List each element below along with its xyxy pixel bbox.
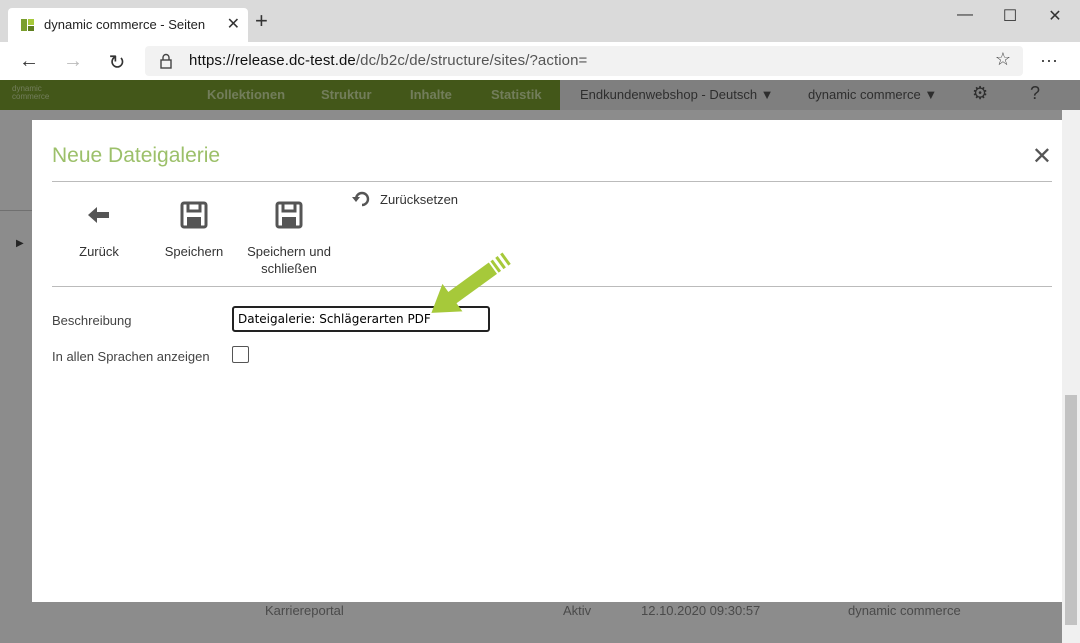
browser-menu-icon[interactable]: ··· — [1040, 50, 1058, 71]
browser-toolbar: ← → ↻ https://release.dc-test.de/dc/b2c/… — [0, 42, 1080, 81]
back-label: Zurück — [79, 244, 119, 259]
annotation-arrow-icon — [431, 252, 511, 313]
back-button[interactable]: Zurück — [56, 195, 142, 260]
save-and-close-label: Speichern und schließen — [247, 244, 331, 276]
description-label: Beschreibung — [52, 313, 132, 328]
modal-title: Neue Dateigalerie — [52, 144, 221, 167]
back-arrow-icon — [88, 207, 109, 223]
minimize-icon[interactable]: — — [950, 6, 980, 24]
reload-icon[interactable]: ↻ — [102, 50, 132, 75]
window-close-icon[interactable]: ✕ — [1040, 6, 1070, 26]
new-tab-icon[interactable]: + — [255, 10, 268, 32]
close-icon[interactable]: ✕ — [1032, 142, 1052, 171]
url-text: https://release.dc-test.de/dc/b2c/de/str… — [189, 52, 588, 69]
save-and-close-button[interactable]: Speichern und schließen — [246, 195, 332, 277]
reset-button[interactable]: Zurücksetzen — [352, 190, 458, 208]
app-favicon-icon — [21, 19, 34, 31]
floppy-disk-icon — [180, 201, 208, 229]
save-label: Speichern — [164, 244, 224, 259]
lock-icon — [160, 53, 172, 69]
reset-rotate-icon — [352, 191, 370, 207]
browser-tabstrip: dynamic commerce - Seiten ✕ + — ☐ ✕ — [0, 0, 1080, 42]
floppy-disk-icon — [275, 201, 303, 229]
browser-tab[interactable]: dynamic commerce - Seiten ✕ — [8, 8, 248, 42]
save-button[interactable]: Speichern — [151, 195, 237, 260]
toolbar-divider — [52, 286, 1052, 287]
tab-close-icon[interactable]: ✕ — [227, 14, 240, 34]
address-bar[interactable]: https://release.dc-test.de/dc/b2c/de/str… — [145, 46, 1023, 76]
back-arrow-icon[interactable]: ← — [14, 50, 44, 73]
scrollbar-thumb[interactable] — [1065, 395, 1077, 625]
maximize-icon[interactable]: ☐ — [995, 6, 1025, 26]
modal-dialog: Neue Dateigalerie ✕ Zurück Speichern Spe… — [32, 120, 1062, 602]
reset-label: Zurücksetzen — [380, 191, 459, 207]
favorite-star-icon[interactable]: ☆ — [995, 49, 1011, 70]
forward-arrow-icon[interactable]: → — [58, 50, 88, 73]
tab-title: dynamic commerce - Seiten — [44, 17, 206, 32]
all-languages-label: In allen Sprachen anzeigen — [52, 349, 210, 364]
title-divider — [52, 181, 1052, 182]
all-languages-checkbox[interactable] — [232, 346, 249, 363]
